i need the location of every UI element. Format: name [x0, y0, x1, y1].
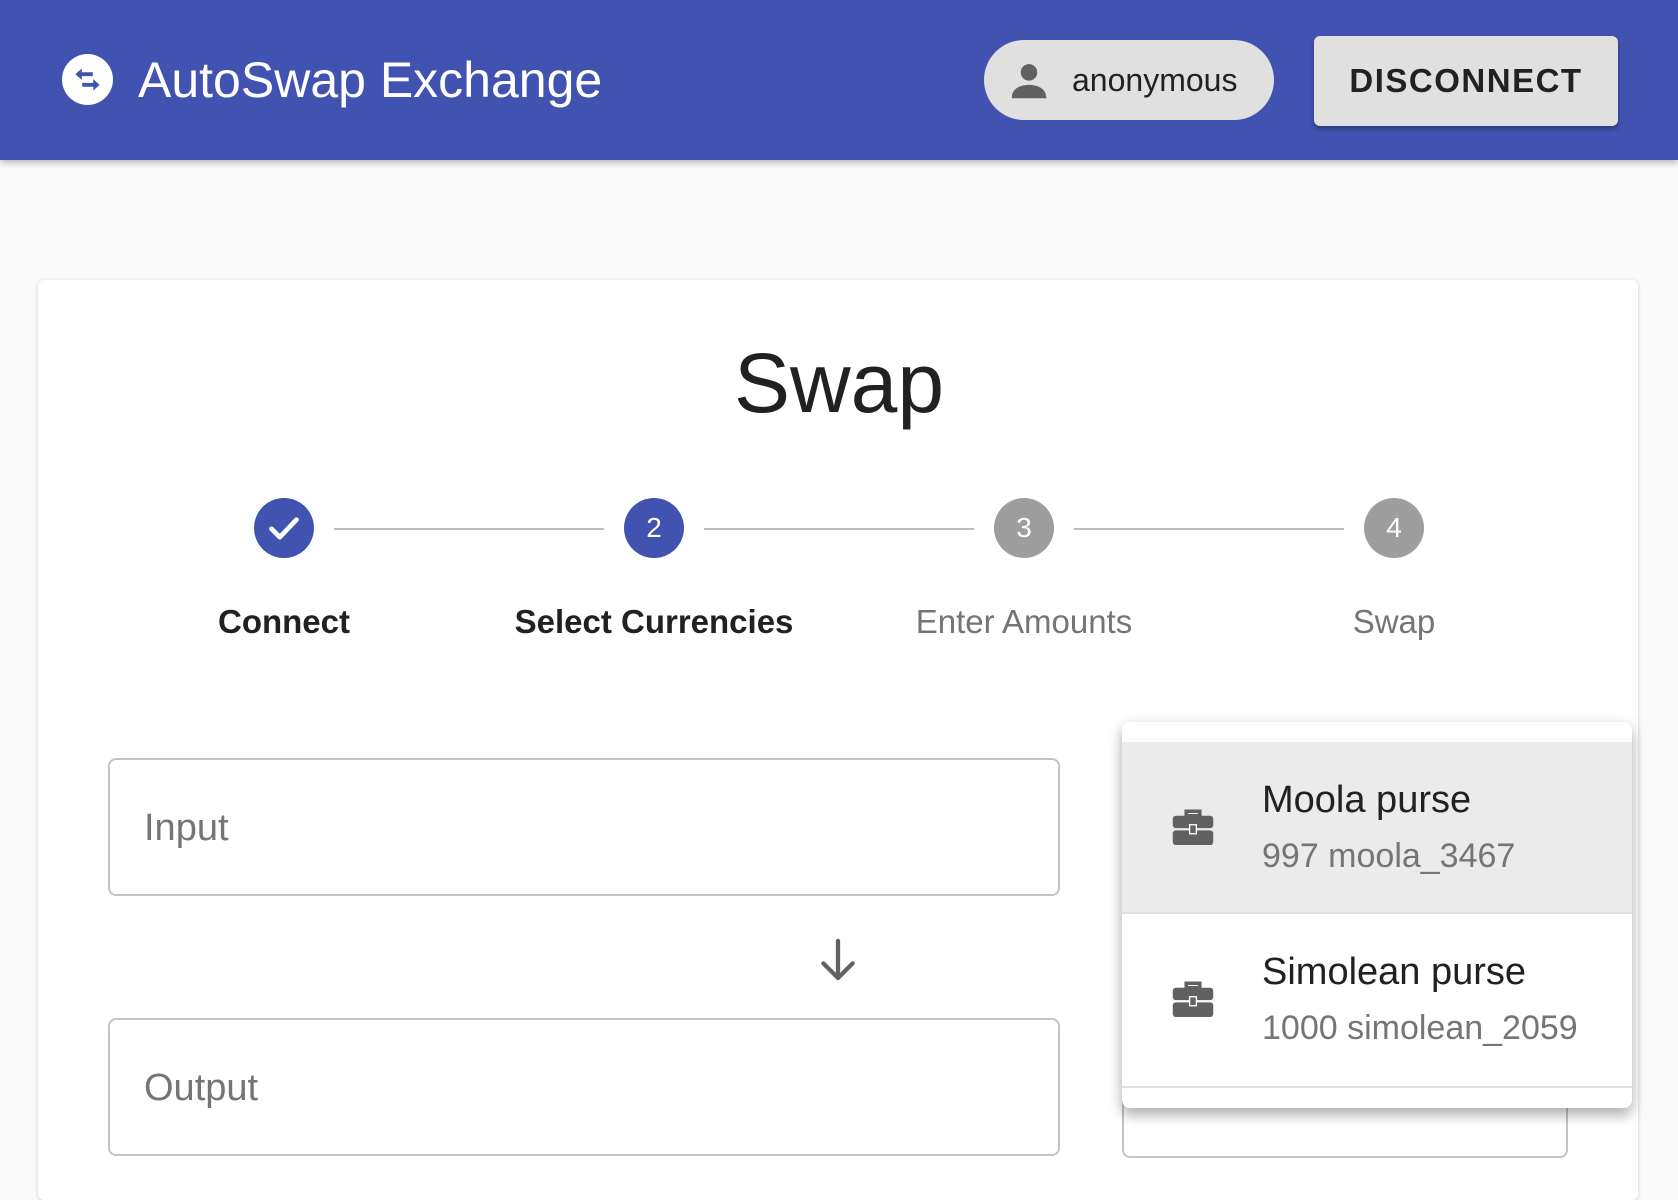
disconnect-button[interactable]: DISCONNECT [1314, 36, 1618, 126]
briefcase-icon [1172, 981, 1214, 1017]
step-label-select-currencies: Select Currencies [514, 603, 794, 640]
arrow-down-icon [821, 938, 855, 981]
purse-select-menu: Moola purse 997 moola_3467 Simolean purs… [1122, 722, 1632, 1108]
briefcase-icon [1172, 809, 1214, 845]
output-field-label: Output [144, 1067, 259, 1109]
purse-balance: 997 moola_3467 [1262, 837, 1516, 875]
step-connector [704, 528, 974, 530]
purse-name: Moola purse [1262, 779, 1472, 821]
step-label-enter-amounts: Enter Amounts [915, 603, 1133, 640]
menu-item-moola-purse[interactable]: Moola purse 997 moola_3467 [1122, 742, 1632, 912]
purse-name: Simolean purse [1262, 951, 1527, 993]
input-field-label: Input [144, 807, 229, 849]
user-name: anonymous [1072, 62, 1238, 98]
step-number-3: 3 [994, 498, 1054, 558]
step-connector [334, 528, 604, 530]
output-amount-field[interactable]: Output [108, 1018, 1060, 1156]
app-bar: AutoSwap Exchange anonymous DISCONNECT [0, 0, 1678, 160]
purse-balance: 1000 simolean_2059 [1262, 1009, 1578, 1047]
menu-item-simolean-purse[interactable]: Simolean purse 1000 simolean_2059 [1122, 914, 1632, 1084]
app-title: AutoSwap Exchange [138, 52, 603, 108]
step-connect-completed [254, 498, 314, 558]
step-connector [1074, 528, 1344, 530]
person-icon [1011, 64, 1047, 99]
swap-horizontal-circle-icon [62, 54, 113, 105]
step-label-swap: Swap [1352, 603, 1436, 640]
user-chip[interactable]: anonymous [984, 40, 1274, 120]
step-number-4: 4 [1364, 498, 1424, 558]
check-icon [269, 517, 299, 540]
step-number-2: 2 [624, 498, 684, 558]
step-label-connect: Connect [218, 603, 350, 640]
page-title: Swap [733, 336, 945, 430]
menu-divider [1122, 1086, 1632, 1088]
input-amount-field[interactable]: Input [108, 758, 1060, 896]
